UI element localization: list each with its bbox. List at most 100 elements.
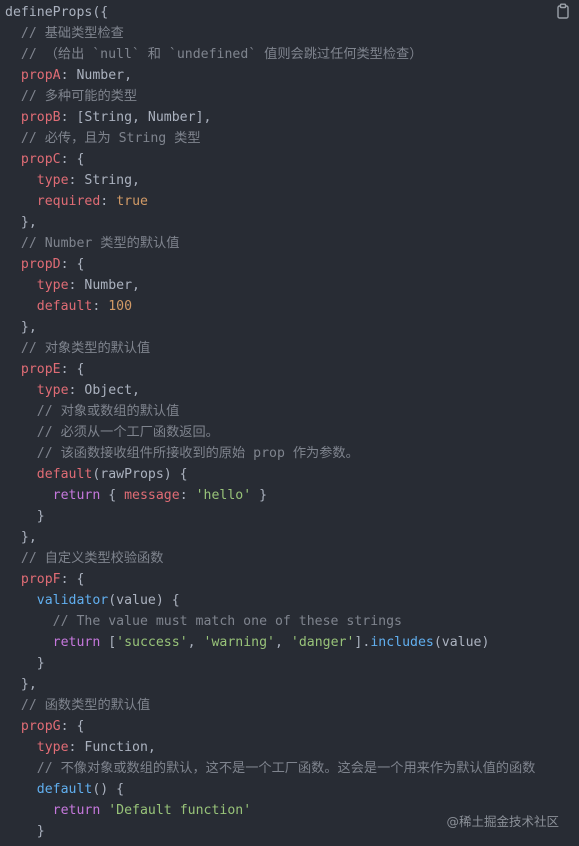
code-line: type: Function,	[5, 737, 579, 758]
code-number: true	[116, 194, 148, 209]
code-property: type	[36, 173, 69, 188]
code-lines: defineProps({ // 基础类型检查 // （给出 `null` 和 …	[5, 2, 579, 846]
code-comment: // 对象或数组的默认值	[5, 404, 180, 419]
code-comment: // 必须从一个工厂函数返回。	[5, 425, 219, 440]
clipboard-icon[interactable]	[555, 3, 571, 19]
code-property: default	[36, 299, 93, 314]
code-line: // 不像对象或数组的默认，这不是一个工厂函数。这会是一个用来作为默认值的函数	[5, 758, 579, 779]
code-property: propD	[20, 257, 61, 272]
code-property: type	[36, 383, 69, 398]
code-line: // （给出 `null` 和 `undefined` 值则会跳过任何类型检查）	[5, 44, 579, 65]
code-text: },	[5, 677, 37, 692]
code-line: }	[5, 653, 579, 674]
code-text: : Number,	[68, 278, 140, 293]
code-string: 'hello'	[195, 488, 252, 503]
code-comment: // 基础类型检查	[5, 26, 124, 41]
code-comment: // （给出 `null` 和 `undefined` 值则会跳过任何类型检查）	[5, 47, 423, 62]
code-property: message	[124, 488, 180, 503]
code-comment: // 该函数接收组件所接收到的原始 prop 作为参数。	[5, 446, 359, 461]
code-line: }	[5, 842, 579, 846]
code-comment: // 不像对象或数组的默认，这不是一个工厂函数。这会是一个用来作为默认值的函数	[5, 761, 536, 776]
code-text: defineProps({	[5, 5, 109, 20]
code-line: default(rawProps) {	[5, 464, 579, 485]
code-function: default	[36, 782, 93, 797]
code-text: },	[5, 215, 37, 230]
code-line: // 对象类型的默认值	[5, 338, 579, 359]
code-line: type: String,	[5, 170, 579, 191]
code-string: 'success'	[116, 635, 188, 650]
code-line: // 自定义类型校验函数	[5, 548, 579, 569]
code-property: propC	[20, 152, 61, 167]
code-line: // The value must match one of these str…	[5, 611, 579, 632]
code-text: }	[5, 509, 45, 524]
code-line: propE: {	[5, 359, 579, 380]
code-comment: // 多种可能的类型	[5, 89, 138, 104]
code-text: {	[100, 488, 125, 503]
code-line: // 基础类型检查	[5, 23, 579, 44]
code-line: type: Number,	[5, 275, 579, 296]
code-comment: // Number 类型的默认值	[5, 236, 180, 251]
code-text: : Function,	[68, 740, 156, 755]
code-text: : {	[60, 572, 85, 587]
code-line: // Number 类型的默认值	[5, 233, 579, 254]
code-comment: // 必传，且为 String 类型	[5, 131, 201, 146]
code-text: }	[5, 824, 45, 839]
code-function: validator	[36, 593, 109, 608]
code-line: },	[5, 317, 579, 338]
code-text: : [String, Number],	[60, 110, 212, 125]
code-string: 'danger'	[290, 635, 355, 650]
code-function: includes	[370, 635, 434, 650]
code-text: : {	[60, 719, 85, 734]
code-text: () {	[92, 782, 125, 797]
code-line: default() {	[5, 779, 579, 800]
code-text: : Object,	[68, 383, 140, 398]
code-comment: // 自定义类型校验函数	[5, 551, 164, 566]
code-text: : {	[60, 257, 85, 272]
code-line: propG: {	[5, 716, 579, 737]
code-line: },	[5, 674, 579, 695]
code-line: // 该函数接收组件所接收到的原始 prop 作为参数。	[5, 443, 579, 464]
code-line: // 多种可能的类型	[5, 86, 579, 107]
code-text: :	[100, 194, 117, 209]
code-line: // 必传，且为 String 类型	[5, 128, 579, 149]
code-text: :	[179, 488, 196, 503]
code-property: propF	[20, 572, 61, 587]
code-line: propA: Number,	[5, 65, 579, 86]
code-keyword: return	[52, 803, 101, 818]
code-text: },	[5, 530, 37, 545]
code-text: : {	[60, 152, 85, 167]
code-text: ,	[275, 635, 291, 650]
code-text: ].	[354, 635, 371, 650]
code-string: 'Default function'	[108, 803, 252, 818]
code-property: propB	[20, 110, 61, 125]
code-number: 100	[108, 299, 133, 314]
code-line: // 必须从一个工厂函数返回。	[5, 422, 579, 443]
code-property: type	[36, 278, 69, 293]
code-property: default	[36, 467, 93, 482]
code-comment: // 对象类型的默认值	[5, 341, 151, 356]
code-property: type	[36, 740, 69, 755]
code-line: propC: {	[5, 149, 579, 170]
code-line: propD: {	[5, 254, 579, 275]
code-text: (rawProps) {	[92, 467, 188, 482]
code-property: propE	[20, 362, 61, 377]
code-keyword: return	[52, 635, 101, 650]
code-block: defineProps({ // 基础类型检查 // （给出 `null` 和 …	[0, 0, 579, 846]
code-text: ,	[187, 635, 204, 650]
code-property: propA	[20, 68, 61, 83]
code-text: :	[92, 299, 109, 314]
code-line: }	[5, 506, 579, 527]
code-line: },	[5, 527, 579, 548]
